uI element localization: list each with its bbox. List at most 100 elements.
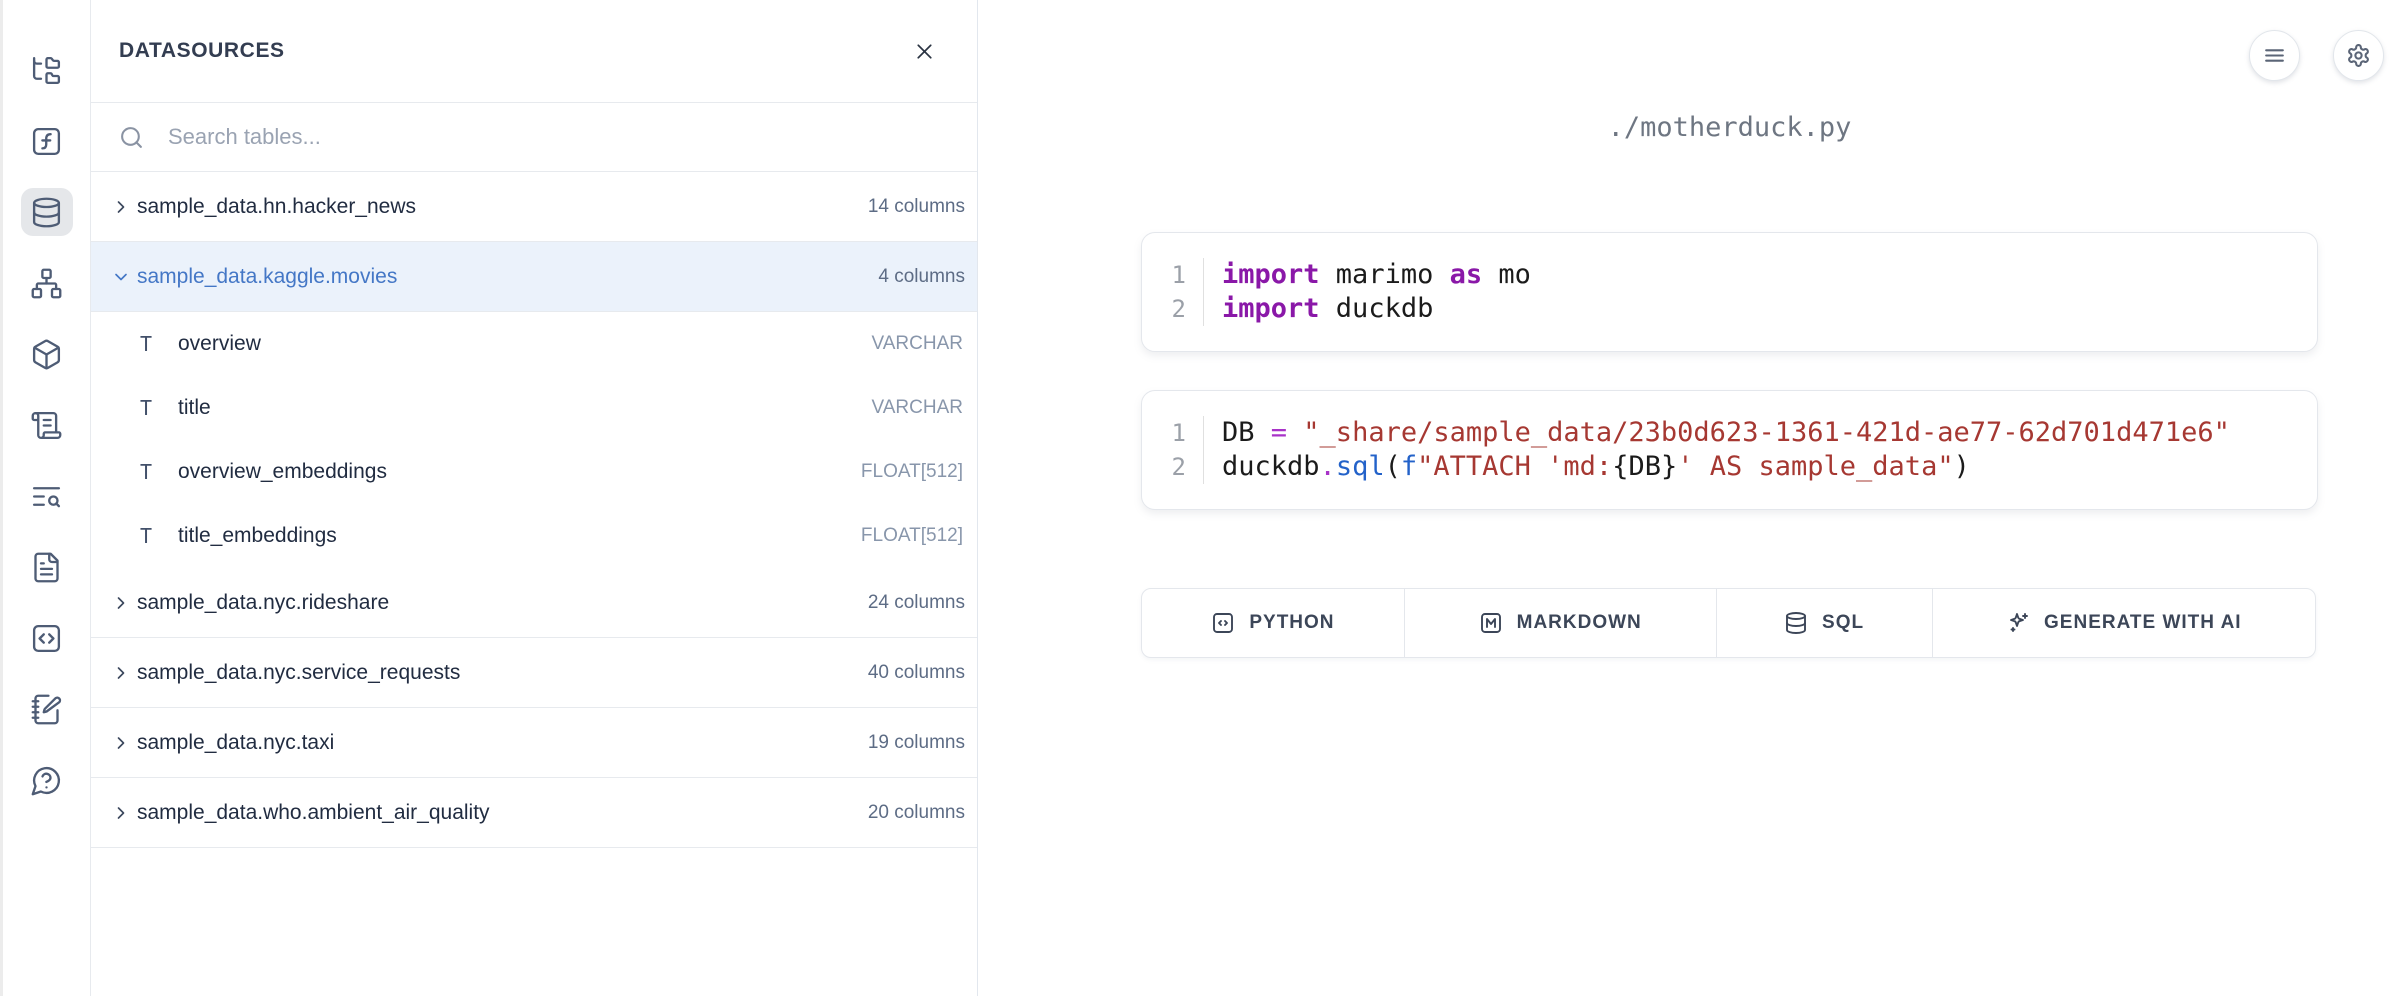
add-cell-label: SQL bbox=[1822, 612, 1864, 634]
add-cell-bar: PYTHON MARKDOWN SQL GENERATE WITH AI bbox=[1141, 588, 2316, 658]
table-row[interactable]: sample_data.kaggle.movies 4 columns bbox=[91, 242, 977, 312]
column-type-icon: T bbox=[136, 396, 156, 420]
code-token: = bbox=[1271, 417, 1304, 448]
add-markdown-cell-button[interactable]: MARKDOWN bbox=[1404, 589, 1716, 657]
line-number-gutter: 12 bbox=[1142, 258, 1204, 326]
add-sql-cell-button[interactable]: SQL bbox=[1716, 589, 1932, 657]
add-cell-label: PYTHON bbox=[1249, 612, 1334, 634]
code-token: ' AS sample_data" bbox=[1677, 451, 1953, 482]
row-name: sample_data.nyc.service_requests bbox=[137, 661, 460, 685]
code-token: mo bbox=[1482, 259, 1531, 290]
datasources-header: DATASOURCES bbox=[91, 0, 977, 103]
sidebar-item-dependency-graph[interactable] bbox=[21, 259, 73, 307]
column-type-icon: T bbox=[136, 332, 156, 356]
code-cell[interactable]: 12 DB = "_share/sample_data/23b0d623-136… bbox=[1141, 390, 2318, 510]
code-token: import bbox=[1222, 259, 1320, 290]
search-input[interactable] bbox=[168, 124, 949, 150]
column-row[interactable]: Toverview_embeddingsFLOAT[512] bbox=[91, 440, 977, 504]
sidebar-item-scratchpad[interactable] bbox=[21, 685, 73, 733]
column-type-icon: T bbox=[136, 524, 156, 548]
line-number: 1 bbox=[1142, 258, 1186, 292]
sidebar-item-documentation[interactable] bbox=[21, 543, 73, 591]
database-icon bbox=[1784, 611, 1808, 635]
icon-rail bbox=[0, 0, 91, 996]
code-token: duckdb bbox=[1320, 293, 1434, 324]
notebook-main: ./motherduck.py 12 import marimo as moim… bbox=[979, 0, 2399, 996]
gear-icon bbox=[2346, 43, 2371, 68]
close-panel-button[interactable] bbox=[912, 39, 937, 64]
column-type-icon: T bbox=[136, 460, 156, 484]
sidebar-item-outline-search[interactable] bbox=[21, 472, 73, 520]
sidebar-item-variables[interactable] bbox=[21, 117, 73, 165]
code-token: marimo bbox=[1320, 259, 1450, 290]
row-name: sample_data.kaggle.movies bbox=[137, 265, 397, 289]
chevron-right-icon bbox=[111, 197, 131, 217]
code-token: {DB} bbox=[1612, 451, 1677, 482]
row-name: title bbox=[178, 396, 211, 420]
datasources-panel: DATASOURCES sample_data.hn.hacker_news14… bbox=[91, 0, 978, 996]
code-token: ) bbox=[1954, 451, 1970, 482]
row-meta: 20 columns bbox=[868, 802, 965, 824]
table-row[interactable]: sample_data.who.ambient_air_quality20 co… bbox=[91, 778, 977, 848]
code-line: import duckdb bbox=[1222, 292, 1531, 326]
file-text-icon bbox=[30, 551, 63, 584]
column-row[interactable]: Toverview VARCHAR bbox=[91, 312, 977, 376]
package-icon bbox=[30, 338, 63, 371]
code-token: as bbox=[1450, 259, 1483, 290]
code-square-icon bbox=[1211, 611, 1235, 635]
scroll-text-icon bbox=[30, 409, 63, 442]
line-number-gutter: 12 bbox=[1142, 416, 1204, 484]
database-icon bbox=[30, 196, 63, 229]
menu-icon bbox=[2262, 43, 2287, 68]
code-line: import marimo as mo bbox=[1222, 258, 1531, 292]
close-icon bbox=[912, 39, 937, 64]
code-token: import bbox=[1222, 293, 1320, 324]
sidebar-item-files[interactable] bbox=[21, 46, 73, 94]
code-token: duckdb bbox=[1222, 451, 1320, 482]
chevron-right-icon bbox=[111, 593, 131, 613]
chevron-right-icon bbox=[111, 663, 131, 683]
code-line: duckdb.sql(f"ATTACH 'md:{DB}' AS sample_… bbox=[1222, 450, 2230, 484]
search-icon bbox=[119, 125, 144, 150]
sidebar-item-snippets[interactable] bbox=[21, 614, 73, 662]
table-row[interactable]: sample_data.nyc.taxi19 columns bbox=[91, 708, 977, 778]
row-name: overview bbox=[178, 332, 261, 356]
column-row[interactable]: Ttitle VARCHAR bbox=[91, 376, 977, 440]
table-row[interactable]: sample_data.hn.hacker_news14 columns bbox=[91, 172, 977, 242]
code-token: . bbox=[1320, 451, 1336, 482]
add-python-cell-button[interactable]: PYTHON bbox=[1142, 589, 1404, 657]
function-square-icon bbox=[30, 125, 63, 158]
line-number: 1 bbox=[1142, 416, 1186, 450]
text-search-icon bbox=[30, 480, 63, 513]
column-row[interactable]: Ttitle_embeddingsFLOAT[512] bbox=[91, 504, 977, 568]
table-row[interactable]: sample_data.nyc.rideshare24 columns bbox=[91, 568, 977, 638]
code-editor[interactable]: DB = "_share/sample_data/23b0d623-1361-4… bbox=[1204, 416, 2230, 484]
row-meta: 14 columns bbox=[868, 196, 965, 218]
row-meta: VARCHAR bbox=[872, 397, 964, 419]
markdown-square-icon bbox=[1479, 611, 1503, 635]
code-cell[interactable]: 12 import marimo as moimport duckdb bbox=[1141, 232, 2318, 352]
sidebar-item-logs[interactable] bbox=[21, 401, 73, 449]
row-meta: VARCHAR bbox=[872, 333, 964, 355]
row-name: sample_data.nyc.rideshare bbox=[137, 591, 389, 615]
sidebar-item-datasources[interactable] bbox=[21, 188, 73, 236]
code-editor[interactable]: import marimo as moimport duckdb bbox=[1204, 258, 1531, 326]
row-name: overview_embeddings bbox=[178, 460, 387, 484]
code-token: sql bbox=[1336, 451, 1385, 482]
table-row[interactable]: sample_data.nyc.service_requests 40 colum… bbox=[91, 638, 977, 708]
code-token: ( bbox=[1385, 451, 1401, 482]
sidebar-item-help[interactable] bbox=[21, 756, 73, 804]
chevron-down-icon bbox=[111, 267, 131, 287]
row-name: title_embeddings bbox=[178, 524, 337, 548]
sparkles-icon bbox=[2006, 611, 2030, 635]
chevron-right-icon bbox=[111, 803, 131, 823]
row-meta: 4 columns bbox=[878, 266, 965, 288]
add-cell-label: MARKDOWN bbox=[1517, 612, 1642, 634]
folder-tree-icon bbox=[30, 54, 63, 87]
settings-button[interactable] bbox=[2333, 30, 2384, 81]
row-meta: 40 columns bbox=[868, 662, 965, 684]
notebook-menu-button[interactable] bbox=[2249, 30, 2300, 81]
row-meta: 19 columns bbox=[868, 732, 965, 754]
sidebar-item-packages[interactable] bbox=[21, 330, 73, 378]
generate-with-ai-button[interactable]: GENERATE WITH AI bbox=[1932, 589, 2315, 657]
